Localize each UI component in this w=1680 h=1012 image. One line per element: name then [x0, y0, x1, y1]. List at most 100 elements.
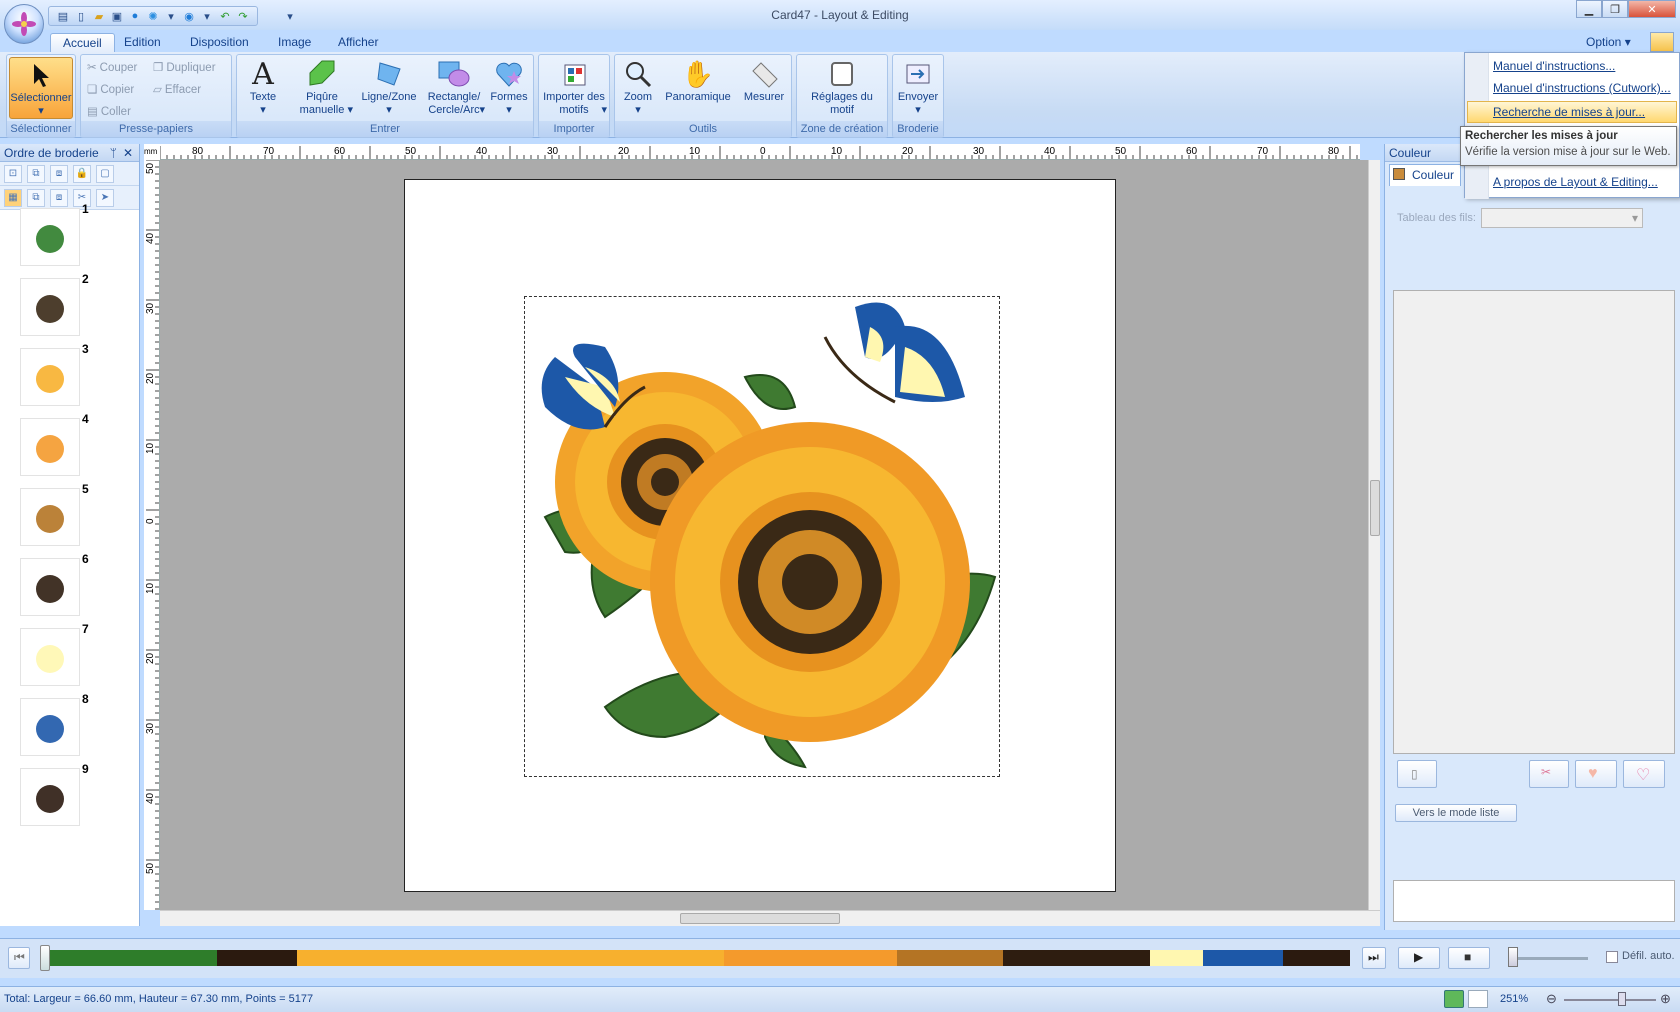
- speed-slider-handle[interactable]: [1508, 947, 1518, 967]
- embroidery-order-thumbnail[interactable]: [20, 348, 80, 406]
- color-segment[interactable]: [1003, 950, 1151, 966]
- play-button[interactable]: ▶: [1398, 947, 1440, 969]
- horizontal-scrollbar[interactable]: [160, 910, 1380, 926]
- rectangle-circle-button[interactable]: Rectangle/ Cercle/Arc ▾: [423, 57, 485, 119]
- sync-icon[interactable]: [1444, 990, 1464, 1008]
- erase-button[interactable]: ▱ Effacer: [153, 81, 201, 99]
- open-folder-icon[interactable]: ▰: [91, 8, 107, 24]
- zoom-slider-handle[interactable]: [1618, 992, 1626, 1006]
- pointer-icon[interactable]: ➤: [96, 188, 114, 207]
- line-zone-button[interactable]: Ligne/Zone ▾: [359, 57, 419, 119]
- duplicate-button[interactable]: ❐ Dupliquer: [153, 59, 216, 77]
- stop-button[interactable]: ■: [1448, 947, 1490, 969]
- thread-cut-button[interactable]: ✂: [1529, 760, 1569, 788]
- embroidery-order-thumbnail[interactable]: [20, 628, 80, 686]
- close-button[interactable]: ✕: [1628, 0, 1676, 18]
- thread-table-select[interactable]: ▾: [1481, 208, 1643, 228]
- auto-scroll-checkbox[interactable]: [1606, 951, 1618, 963]
- vertical-scrollbar[interactable]: [1368, 160, 1380, 910]
- heart-button-1[interactable]: ♥: [1575, 760, 1617, 788]
- list-mode-button[interactable]: Vers le mode liste: [1395, 804, 1517, 822]
- customize-qat-icon[interactable]: ▾: [282, 8, 298, 24]
- timeline-slider-handle[interactable]: [40, 945, 50, 971]
- move-down-icon[interactable]: ⧈: [50, 188, 68, 207]
- color-segment[interactable]: [1150, 950, 1204, 966]
- color-list[interactable]: [1393, 290, 1675, 754]
- embroidery-order-thumbnail[interactable]: [20, 208, 80, 266]
- lock-icon[interactable]: 🔒: [73, 164, 91, 183]
- color-segment[interactable]: [297, 950, 724, 966]
- speed-slider-track[interactable]: [1510, 957, 1588, 960]
- tab-edition[interactable]: Edition: [112, 33, 173, 52]
- close-icon[interactable]: ✕: [123, 144, 133, 162]
- maximize-button[interactable]: ❐: [1602, 0, 1628, 18]
- application-button[interactable]: [4, 4, 44, 44]
- option-menu[interactable]: Option ▾: [1586, 33, 1631, 52]
- embroidery-order-thumbnail[interactable]: [20, 278, 80, 336]
- select-button[interactable]: Sélectionner ▾: [9, 57, 73, 119]
- new-page-icon[interactable]: ▯: [73, 8, 89, 24]
- import-motifs-button[interactable]: Importer des motifs ▾: [541, 57, 607, 119]
- star-burst-icon[interactable]: ✺: [145, 8, 161, 24]
- fit-view-icon[interactable]: ⊡: [4, 164, 22, 183]
- help-user-icon[interactable]: [1650, 32, 1674, 52]
- circle-outline-icon[interactable]: ◉: [181, 8, 197, 24]
- pattern-settings-button[interactable]: Réglages du motif: [799, 57, 885, 119]
- save-icon[interactable]: ▣: [109, 8, 125, 24]
- text-button[interactable]: A Texte ▾: [241, 57, 285, 119]
- move-up-icon[interactable]: ⧉: [27, 188, 45, 207]
- color-segment[interactable]: [217, 950, 298, 966]
- send-button[interactable]: Envoyer ▾: [895, 57, 941, 119]
- vertical-scroll-thumb[interactable]: [1370, 480, 1380, 536]
- embroidery-order-thumbnail[interactable]: [20, 768, 80, 826]
- horizontal-scroll-thumb[interactable]: [680, 913, 840, 924]
- copy-button[interactable]: ❏ Copier: [87, 81, 134, 99]
- menu-item-manual[interactable]: Manuel d'instructions...: [1493, 59, 1615, 73]
- ungroup-icon[interactable]: ⧈: [50, 164, 68, 183]
- tab-accueil[interactable]: Accueil: [50, 33, 115, 52]
- tab-afficher[interactable]: Afficher: [326, 33, 390, 52]
- paste-button[interactable]: ▤ Coller: [87, 103, 131, 121]
- heart-button-2[interactable]: ♡: [1623, 760, 1665, 788]
- go-end-button[interactable]: ⏭: [1362, 947, 1386, 969]
- color-segment[interactable]: [723, 950, 897, 966]
- frame-button[interactable]: ▯: [1397, 760, 1437, 788]
- frame-icon[interactable]: ▢: [96, 164, 114, 183]
- embroidery-order-thumbnail[interactable]: [20, 488, 80, 546]
- selection-box[interactable]: [524, 296, 1000, 777]
- zoom-in-icon[interactable]: ⊕: [1660, 991, 1671, 1007]
- undo-icon[interactable]: ↶: [217, 8, 233, 24]
- manual-stitch-button[interactable]: Piqûre manuelle ▾: [289, 57, 355, 119]
- menu-item-about[interactable]: A propos de Layout & Editing...: [1493, 175, 1658, 189]
- new-icon[interactable]: ▤: [55, 8, 71, 24]
- zoom-button[interactable]: Zoom ▾: [617, 57, 659, 119]
- zoom-out-icon[interactable]: ⊖: [1546, 991, 1557, 1007]
- color-segment[interactable]: [1283, 950, 1350, 966]
- go-start-button[interactable]: ⏮: [8, 947, 30, 969]
- color-sort-icon[interactable]: ▦: [4, 188, 22, 207]
- circle-icon[interactable]: ●: [127, 8, 143, 24]
- pan-button[interactable]: ✋ Panoramique: [661, 57, 735, 119]
- embroidery-order-thumbnail[interactable]: [20, 418, 80, 476]
- group-icon[interactable]: ⧉: [27, 164, 45, 183]
- tab-image[interactable]: Image: [266, 33, 323, 52]
- color-segment[interactable]: [896, 950, 1004, 966]
- embroidery-order-thumbnail[interactable]: [20, 558, 80, 616]
- pin-icon[interactable]: ᛘ: [110, 144, 117, 162]
- redo-icon[interactable]: ↷: [235, 8, 251, 24]
- color-sequence-bar[interactable]: [44, 950, 1350, 966]
- color-segment[interactable]: [44, 950, 218, 966]
- zoom-slider-track[interactable]: [1564, 999, 1656, 1001]
- shapes-button[interactable]: Formes ▾: [487, 57, 531, 119]
- minimize-button[interactable]: ▁: [1576, 0, 1602, 18]
- menu-item-check-updates[interactable]: Recherche de mises à jour...: [1493, 105, 1645, 119]
- cut-button[interactable]: ✂ Couper: [87, 59, 137, 77]
- menu-item-manual-cutwork[interactable]: Manuel d'instructions (Cutwork)...: [1493, 81, 1671, 95]
- dropdown-arrow-icon[interactable]: ▾: [163, 8, 179, 24]
- embroidery-order-thumbnail[interactable]: [20, 698, 80, 756]
- color-segment[interactable]: [1203, 950, 1284, 966]
- page-icon[interactable]: [1468, 990, 1488, 1008]
- dropdown-arrow-icon[interactable]: ▾: [199, 8, 215, 24]
- tab-disposition[interactable]: Disposition: [178, 33, 261, 52]
- measure-button[interactable]: Mesurer: [739, 57, 789, 119]
